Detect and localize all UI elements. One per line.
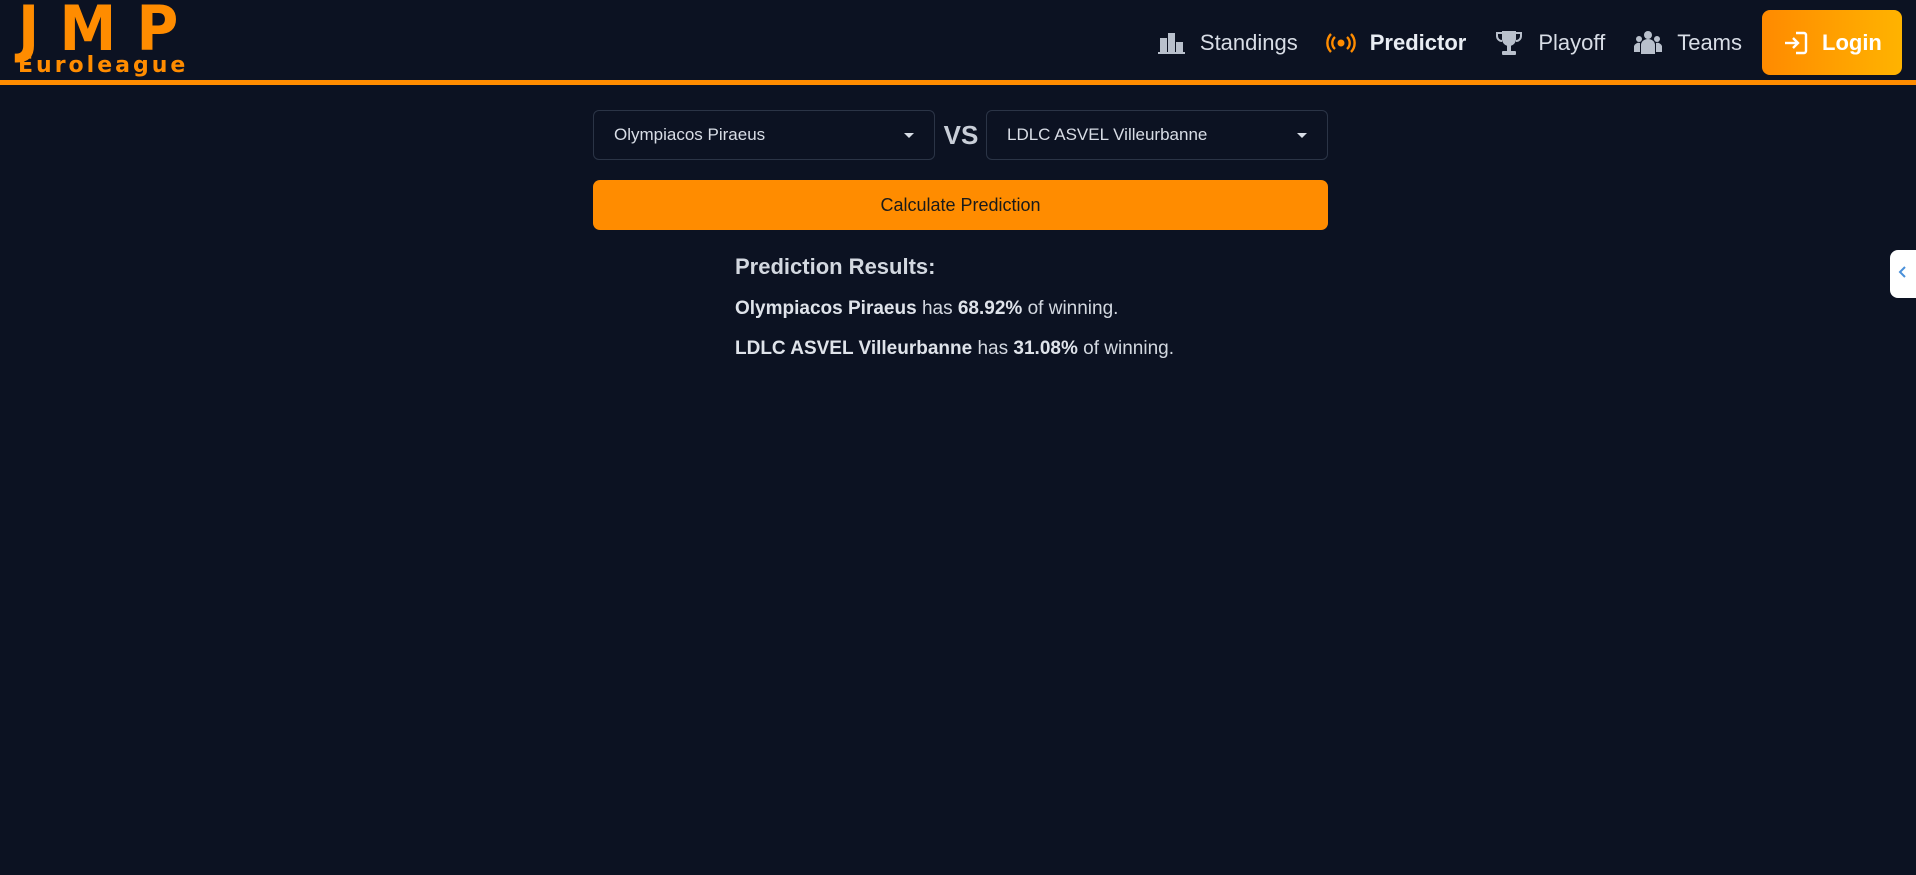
away-team-value: LDLC ASVEL Villeurbanne (1007, 125, 1208, 144)
sign-in-icon (1782, 30, 1808, 56)
result-team-name: Olympiacos Piraeus (735, 298, 917, 319)
nav-predictor-label: Predictor (1369, 29, 1467, 55)
result-line-away: LDLC ASVEL Villeurbanne has 31.08% of wi… (735, 336, 1335, 362)
users-icon (1633, 28, 1663, 58)
away-team-select[interactable]: LDLC ASVEL Villeurbanne (986, 110, 1328, 160)
nav-teams[interactable]: Teams (1619, 18, 1756, 68)
results-title: Prediction Results: (735, 254, 936, 279)
login-label: Login (1822, 29, 1882, 55)
login-button[interactable]: Login (1762, 10, 1902, 75)
top-navbar: JMP Euroleague Standings Predictor Playo… (0, 0, 1916, 85)
result-tail-text: of winning. (1083, 338, 1174, 359)
result-line-home: Olympiacos Piraeus has 68.92% of winning… (735, 296, 1335, 322)
home-team-value: Olympiacos Piraeus (614, 125, 766, 144)
side-panel-toggle[interactable] (1890, 250, 1916, 298)
chevron-left-icon (1897, 264, 1909, 285)
nav-standings[interactable]: Standings (1142, 18, 1312, 68)
chevron-down-icon (904, 133, 914, 138)
result-percent: 31.08% (1013, 338, 1078, 359)
nav-teams-label: Teams (1677, 29, 1742, 55)
result-tail-text: of winning. (1027, 298, 1119, 319)
home-team-select[interactable]: Olympiacos Piraeus (593, 110, 935, 160)
vs-label: VS (943, 120, 979, 150)
logo-jmp-text: JMP (18, 0, 199, 65)
result-team-name: LDLC ASVEL Villeurbanne (735, 338, 973, 359)
nav-standings-label: Standings (1199, 29, 1298, 55)
nav-playoff-label: Playoff (1538, 29, 1606, 55)
broadcast-icon (1326, 28, 1356, 58)
nav-playoff[interactable]: Playoff (1480, 18, 1619, 68)
chevron-down-icon (1297, 133, 1307, 138)
nav-predictor[interactable]: Predictor (1312, 18, 1481, 68)
main-nav: Standings Predictor Playoff Teams Login (1142, 10, 1902, 75)
result-has-text: has (921, 298, 953, 319)
brand-logo[interactable]: JMP Euroleague (18, 0, 189, 82)
calculate-prediction-button[interactable]: Calculate Prediction (593, 180, 1328, 230)
prediction-results: Prediction Results: Olympiacos Piraeus h… (735, 254, 1335, 376)
result-has-text: has (977, 338, 1009, 359)
logo-euroleague-text: Euroleague (18, 53, 189, 78)
result-percent: 68.92% (957, 298, 1023, 319)
matchup-selectors: Olympiacos Piraeus VS LDLC ASVEL Villeur… (593, 110, 1328, 160)
standings-icon (1156, 28, 1186, 58)
trophy-icon (1494, 28, 1524, 58)
